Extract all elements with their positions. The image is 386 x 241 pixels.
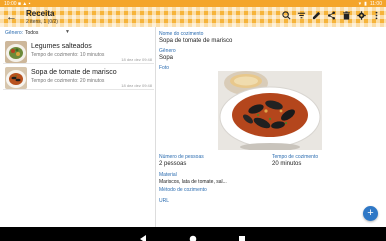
url-label: URL <box>159 198 170 204</box>
recents-nav-icon[interactable] <box>238 230 246 241</box>
app-toolbar: ← Receita 2 itens, 1 (0/2) <box>0 7 386 27</box>
page-title: Receita <box>26 9 55 18</box>
genre-label: Gênero <box>159 48 176 54</box>
toolbar-actions <box>282 11 381 22</box>
people-value: 2 pessoas <box>159 161 187 167</box>
plus-icon: + <box>367 207 374 219</box>
genre-filter[interactable]: Gênero: Todos ▼ <box>0 27 155 38</box>
name-value: Sopa de tomate de marisco <box>159 38 233 44</box>
recipe-thumbnail <box>5 41 27 63</box>
genre-value: Sopa <box>159 55 174 61</box>
list-item[interactable]: Sopa de tomate de marisco Tempo de cozim… <box>3 66 154 90</box>
edit-icon[interactable] <box>312 11 321 22</box>
material-value: Mariscos, lata de tomate, sal... <box>159 179 227 185</box>
chevron-down-icon[interactable]: ▼ <box>65 29 70 35</box>
search-icon[interactable] <box>282 11 291 22</box>
genre-filter-label: Gênero: <box>5 30 24 36</box>
navigation-bar <box>0 227 386 241</box>
time-label: Tempo de cozimento <box>272 154 319 160</box>
settings-icon[interactable] <box>357 11 366 22</box>
add-recipe-button[interactable]: + <box>363 206 378 221</box>
recipe-list: Legumes salteados Tempo de cozimento: 10… <box>3 40 154 92</box>
back-arrow-icon[interactable]: ← <box>6 11 18 23</box>
back-nav-icon[interactable] <box>139 230 147 241</box>
recipe-time: Tempo de cozimento: 20 minutos <box>31 78 105 84</box>
material-label: Material <box>159 172 177 178</box>
people-label: Número de pessoas <box>159 154 204 160</box>
recipe-photo[interactable] <box>218 71 322 150</box>
recipe-name: Legumes salteados <box>31 43 92 50</box>
home-nav-icon[interactable] <box>189 230 197 241</box>
share-icon[interactable] <box>327 11 336 22</box>
genre-filter-value[interactable]: Todos <box>25 30 38 36</box>
filter-icon[interactable] <box>297 11 306 22</box>
status-bar: 10:00 ■ ▲ ▪ ▾ ▮ 11:00 <box>0 0 386 7</box>
photo-label: Foto <box>159 65 170 71</box>
time-value: 20 minutos <box>272 161 302 167</box>
recipe-time: Tempo de cozimento: 10 minutos <box>31 52 105 58</box>
toolbar-title-block: Receita 2 itens, 1 (0/2) <box>26 9 58 25</box>
name-label: Nome do cozimento <box>159 31 204 37</box>
list-item[interactable]: Legumes salteados Tempo de cozimento: 10… <box>3 40 154 64</box>
recipe-date: 18 dez dez 09:48 <box>121 57 152 62</box>
pane-divider <box>155 27 156 227</box>
recipe-date: 18 dez dez 09:48 <box>121 83 152 88</box>
recipe-name: Sopa de tomate de marisco <box>31 69 117 76</box>
recipe-thumbnail <box>5 67 27 89</box>
more-icon[interactable] <box>372 11 381 22</box>
delete-icon[interactable] <box>342 11 351 22</box>
page-subtitle: 2 itens, 1 (0/2) <box>26 19 58 25</box>
method-label: Método de cozimento <box>159 187 207 193</box>
